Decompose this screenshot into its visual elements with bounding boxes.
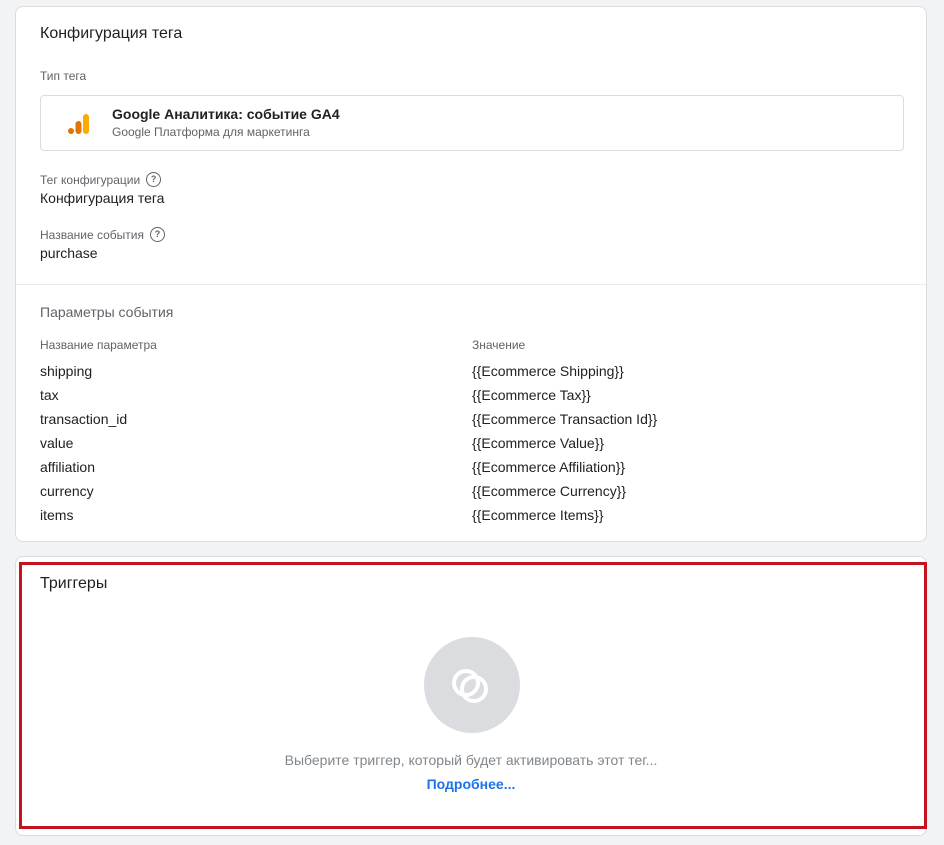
param-name: currency	[40, 483, 94, 499]
param-name: value	[40, 435, 74, 451]
help-icon[interactable]: ?	[149, 227, 165, 242]
tag-type-name: Google Аналитика: событие GA4	[112, 106, 340, 122]
param-name-header: Название параметра	[40, 338, 157, 352]
param-name: affiliation	[40, 459, 96, 475]
tag-type-platform: Google Платформа для маркетинга	[112, 125, 310, 139]
param-value: {{Ecommerce Transaction Id}}	[472, 411, 658, 427]
param-value: {{Ecommerce Currency}}	[472, 483, 627, 499]
event-name-value: purchase	[40, 245, 98, 261]
param-name: items	[40, 507, 74, 523]
tag-type-label: Тип тега	[40, 69, 87, 83]
help-icon[interactable]: ?	[146, 172, 162, 187]
param-name: transaction_id	[40, 411, 128, 427]
param-value: {{Ecommerce Shipping}}	[472, 363, 624, 379]
table-row: affiliation {{Ecommerce Affiliation}}	[40, 455, 904, 479]
tag-configuration-card[interactable]: Конфигурация тега Тип тега Google Аналит…	[15, 6, 927, 542]
table-row: transaction_id {{Ecommerce Transaction I…	[40, 407, 904, 431]
table-row: currency {{Ecommerce Currency}}	[40, 479, 904, 503]
param-name: tax	[40, 387, 59, 403]
event-params-title: Параметры события	[40, 304, 174, 320]
triggers-empty-text: Выберите триггер, который будет активиро…	[284, 752, 658, 768]
trigger-placeholder-icon	[452, 669, 488, 703]
table-row: tax {{Ecommerce Tax}}	[40, 383, 904, 407]
param-value: {{Ecommerce Items}}	[472, 507, 604, 523]
param-name: shipping	[40, 363, 93, 379]
event-params-table: Название параметра Значение shipping {{E…	[40, 337, 904, 527]
google-analytics-icon	[68, 114, 89, 134]
param-value: {{Ecommerce Tax}}	[472, 387, 591, 403]
param-value-header: Значение	[472, 338, 526, 352]
tag-type-selector[interactable]: Google Аналитика: событие GA4 Google Пла…	[40, 95, 904, 151]
param-value: {{Ecommerce Value}}	[472, 435, 605, 451]
learn-more-link[interactable]: Подробнее...	[16, 776, 926, 792]
tag-configuration-title: Конфигурация тега	[40, 25, 183, 42]
table-row: value {{Ecommerce Value}}	[40, 431, 904, 455]
param-value: {{Ecommerce Affiliation}}	[472, 459, 626, 475]
event-name-label: Название события ?	[40, 227, 165, 242]
table-row: items {{Ecommerce Items}}	[40, 503, 904, 527]
triggers-card[interactable]: Триггеры Выберите триггер, который будет…	[15, 556, 927, 836]
section-divider	[16, 284, 926, 285]
trigger-placeholder-button[interactable]	[424, 637, 520, 733]
triggers-title: Триггеры	[40, 575, 108, 592]
table-row: shipping {{Ecommerce Shipping}}	[40, 359, 904, 383]
config-tag-label: Тег конфигурации ?	[40, 172, 162, 187]
params-table-header: Название параметра Значение	[40, 337, 904, 353]
config-tag-value: Конфигурация тега	[40, 190, 165, 206]
